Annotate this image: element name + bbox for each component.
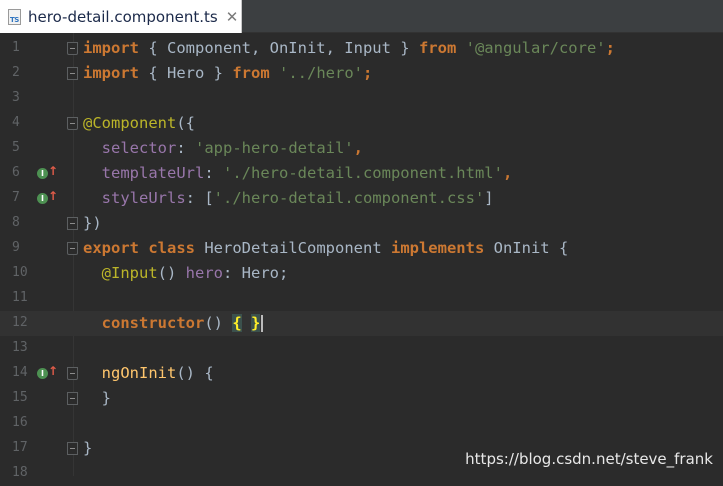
code-line-13[interactable]: 13 [0, 336, 723, 361]
code-line-9[interactable]: 9 export class HeroDetailComponent imple… [0, 236, 723, 261]
tab-hero-detail-component-ts[interactable]: TS hero-detail.component.ts ✕ [0, 0, 242, 33]
line-number: 5 [12, 140, 20, 155]
tab-title: hero-detail.component.ts [28, 7, 218, 26]
line-number: 3 [12, 90, 20, 105]
code-line-10[interactable]: 10 @Input() hero: Hero; [0, 261, 723, 286]
fold-marker-icon[interactable] [67, 367, 78, 380]
code-editor[interactable]: 1 import { Component, OnInit, Input } fr… [0, 33, 723, 480]
code-line-3[interactable]: 3 [0, 86, 723, 111]
line-number: 9 [12, 240, 20, 255]
line-number: 18 [12, 465, 28, 480]
line-number: 10 [12, 265, 28, 280]
fold-marker-icon[interactable] [67, 217, 78, 230]
fold-marker-icon[interactable] [67, 242, 78, 255]
line-number: 11 [12, 290, 28, 305]
fold-marker-icon[interactable] [67, 117, 78, 130]
line-number: 1 [12, 40, 20, 55]
fold-marker-icon[interactable] [67, 442, 78, 455]
editor-tab-bar: TS hero-detail.component.ts ✕ [0, 0, 723, 33]
implements-marker-icon[interactable]: I ↑ [37, 190, 58, 207]
code-line-12-current[interactable]: 12 constructor() { } [0, 311, 723, 336]
line-number: 17 [12, 440, 28, 455]
code-line-6[interactable]: 6 I ↑ templateUrl: './hero-detail.compone… [0, 161, 723, 186]
code-line-16[interactable]: 16 [0, 411, 723, 436]
code-line-5[interactable]: 5 selector: 'app-hero-detail', [0, 136, 723, 161]
line-number: 8 [12, 215, 20, 230]
code-line-2[interactable]: 2 import { Hero } from '../hero'; [0, 61, 723, 86]
text-caret [261, 315, 264, 332]
code-line-15[interactable]: 15 } [0, 386, 723, 411]
implements-marker-icon[interactable]: I ↑ [37, 365, 58, 382]
line-number: 4 [12, 115, 20, 130]
fold-marker-icon[interactable] [67, 392, 78, 405]
line-number: 14 [12, 365, 28, 380]
implements-marker-icon[interactable]: I ↑ [37, 165, 58, 182]
line-number: 16 [12, 415, 28, 430]
code-line-14[interactable]: 14 I ↑ ngOnInit() { [0, 361, 723, 386]
code-line-7[interactable]: 7 I ↑ styleUrls: ['./hero-detail.componen… [0, 186, 723, 211]
matched-brace: { [232, 314, 242, 332]
line-number: 15 [12, 390, 28, 405]
line-number: 12 [12, 315, 28, 330]
code-line-4[interactable]: 4 @Component({ [0, 111, 723, 136]
code-line-8[interactable]: 8 }) [0, 211, 723, 236]
fold-marker-icon[interactable] [67, 42, 78, 55]
typescript-file-icon: TS [6, 8, 24, 26]
code-line-1[interactable]: 1 import { Component, OnInit, Input } fr… [0, 36, 723, 61]
line-number: 2 [12, 65, 20, 80]
code-line-11[interactable]: 11 [0, 286, 723, 311]
line-number: 13 [12, 340, 28, 355]
line-number: 7 [12, 190, 20, 205]
close-tab-icon[interactable]: ✕ [226, 8, 239, 26]
watermark: https://blog.csdn.net/steve_frank [465, 450, 713, 468]
matched-brace: } [251, 314, 261, 332]
line-number: 6 [12, 165, 20, 180]
fold-marker-icon[interactable] [67, 67, 78, 80]
